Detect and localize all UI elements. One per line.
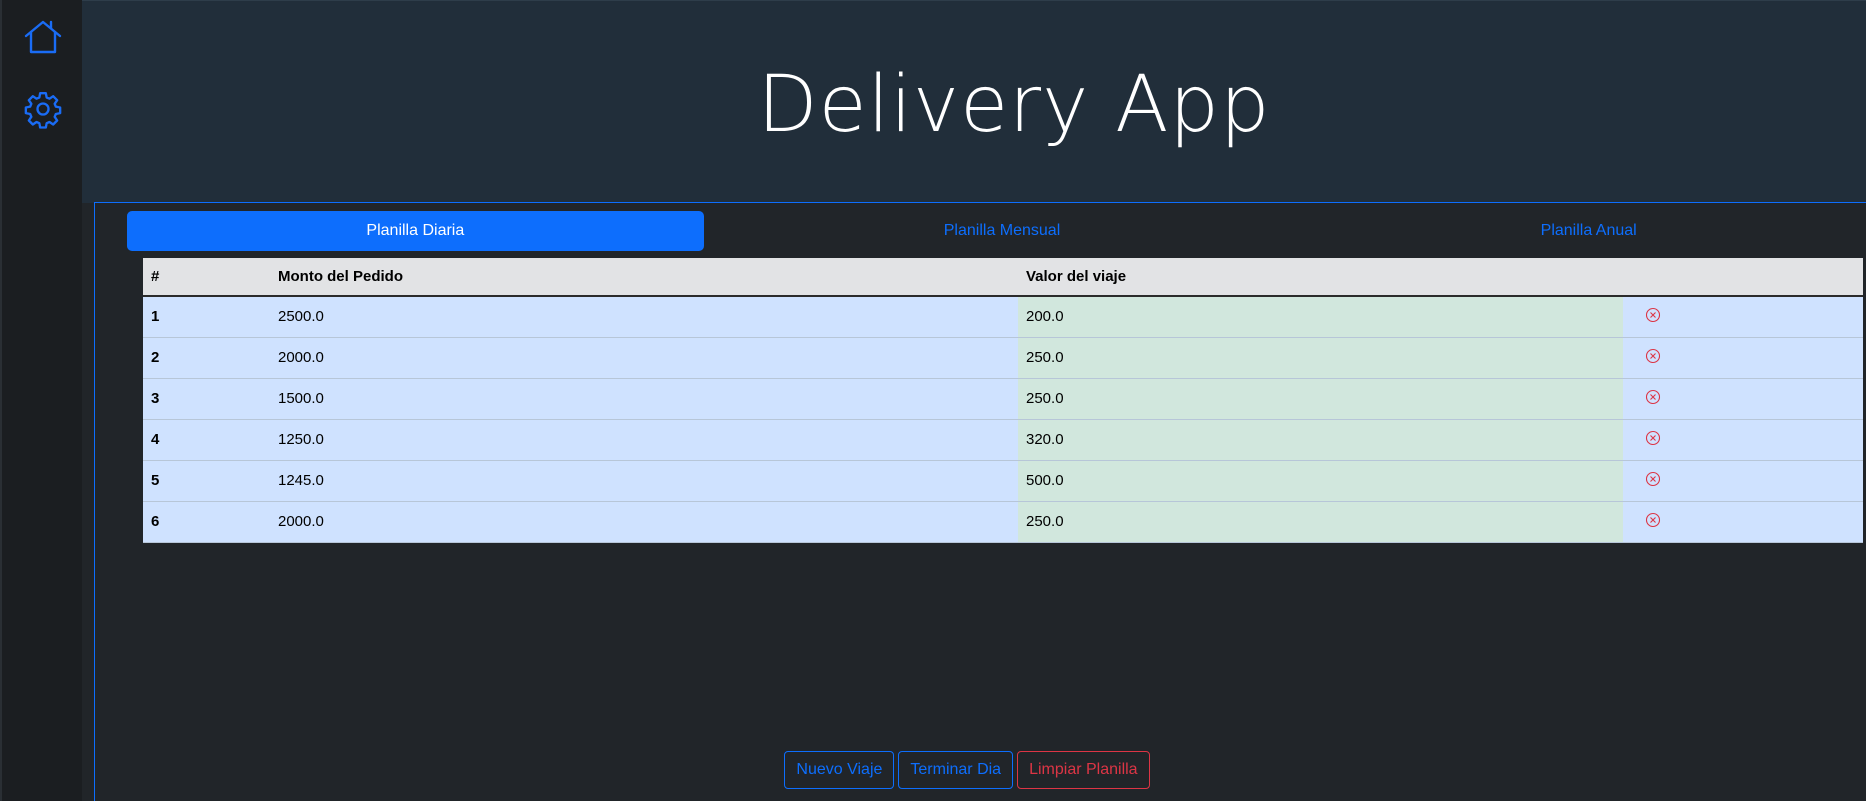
row-valor: 320.0: [1018, 419, 1623, 461]
row-actions: [1623, 419, 1863, 461]
header: Delivery App: [82, 0, 1866, 203]
row-monto: 1245.0: [270, 460, 1018, 502]
app-root: Delivery App Planilla Diaria Planilla Me…: [0, 0, 1866, 801]
main-card: Planilla Diaria Planilla Mensual Planill…: [94, 202, 1866, 801]
header-num: #: [143, 258, 270, 297]
trips-table: # Monto del Pedido Valor del viaje 1 250…: [143, 258, 1863, 543]
row-monto: 2000.0: [270, 501, 1018, 543]
row-num: 3: [143, 378, 270, 420]
row-actions: [1623, 296, 1863, 338]
table-row: 1 2500.0 200.0: [143, 296, 1863, 338]
delete-icon[interactable]: [1645, 348, 1661, 364]
trips-table-container: # Monto del Pedido Valor del viaje 1 250…: [143, 258, 1863, 543]
row-valor: 250.0: [1018, 501, 1623, 543]
home-icon[interactable]: [22, 16, 64, 58]
row-num: 5: [143, 460, 270, 502]
tab-planilla-diaria[interactable]: Planilla Diaria: [127, 211, 704, 251]
delete-icon[interactable]: [1645, 307, 1661, 323]
row-valor: 250.0: [1018, 337, 1623, 379]
row-num: 6: [143, 501, 270, 543]
delete-icon[interactable]: [1645, 430, 1661, 446]
header-valor: Valor del viaje: [1018, 258, 1623, 297]
delete-icon[interactable]: [1645, 471, 1661, 487]
row-valor: 200.0: [1018, 296, 1623, 338]
delete-icon[interactable]: [1645, 512, 1661, 528]
delete-icon[interactable]: [1645, 389, 1661, 405]
clear-sheet-button[interactable]: Limpiar Planilla: [1017, 751, 1150, 789]
table-row: 5 1245.0 500.0: [143, 460, 1863, 502]
row-monto: 2500.0: [270, 296, 1018, 338]
row-num: 4: [143, 419, 270, 461]
new-trip-button[interactable]: Nuevo Viaje: [784, 751, 895, 789]
row-monto: 1250.0: [270, 419, 1018, 461]
table-row: 2 2000.0 250.0: [143, 337, 1863, 379]
table-row: 4 1250.0 320.0: [143, 419, 1863, 461]
row-actions: [1623, 337, 1863, 379]
table-row: 3 1500.0 250.0: [143, 378, 1863, 420]
header-monto: Monto del Pedido: [270, 258, 1018, 297]
action-bar: Nuevo Viaje Terminar Dia Limpiar Planill…: [95, 751, 1866, 789]
row-monto: 1500.0: [270, 378, 1018, 420]
row-num: 1: [143, 296, 270, 338]
row-valor: 500.0: [1018, 460, 1623, 502]
row-monto: 2000.0: [270, 337, 1018, 379]
table-header-row: # Monto del Pedido Valor del viaje: [143, 258, 1863, 297]
row-valor: 250.0: [1018, 378, 1623, 420]
tab-planilla-mensual[interactable]: Planilla Mensual: [714, 211, 1291, 251]
header-actions: [1623, 258, 1863, 297]
gear-icon[interactable]: [22, 88, 64, 130]
page-title: Delivery App: [757, 60, 1271, 150]
sidebar: [0, 0, 82, 801]
row-num: 2: [143, 337, 270, 379]
tab-bar: Planilla Diaria Planilla Mensual Planill…: [127, 211, 1866, 251]
end-day-button[interactable]: Terminar Dia: [898, 751, 1014, 789]
row-actions: [1623, 460, 1863, 502]
row-actions: [1623, 501, 1863, 543]
row-actions: [1623, 378, 1863, 420]
table-row: 6 2000.0 250.0: [143, 501, 1863, 543]
tab-planilla-anual[interactable]: Planilla Anual: [1300, 211, 1866, 251]
